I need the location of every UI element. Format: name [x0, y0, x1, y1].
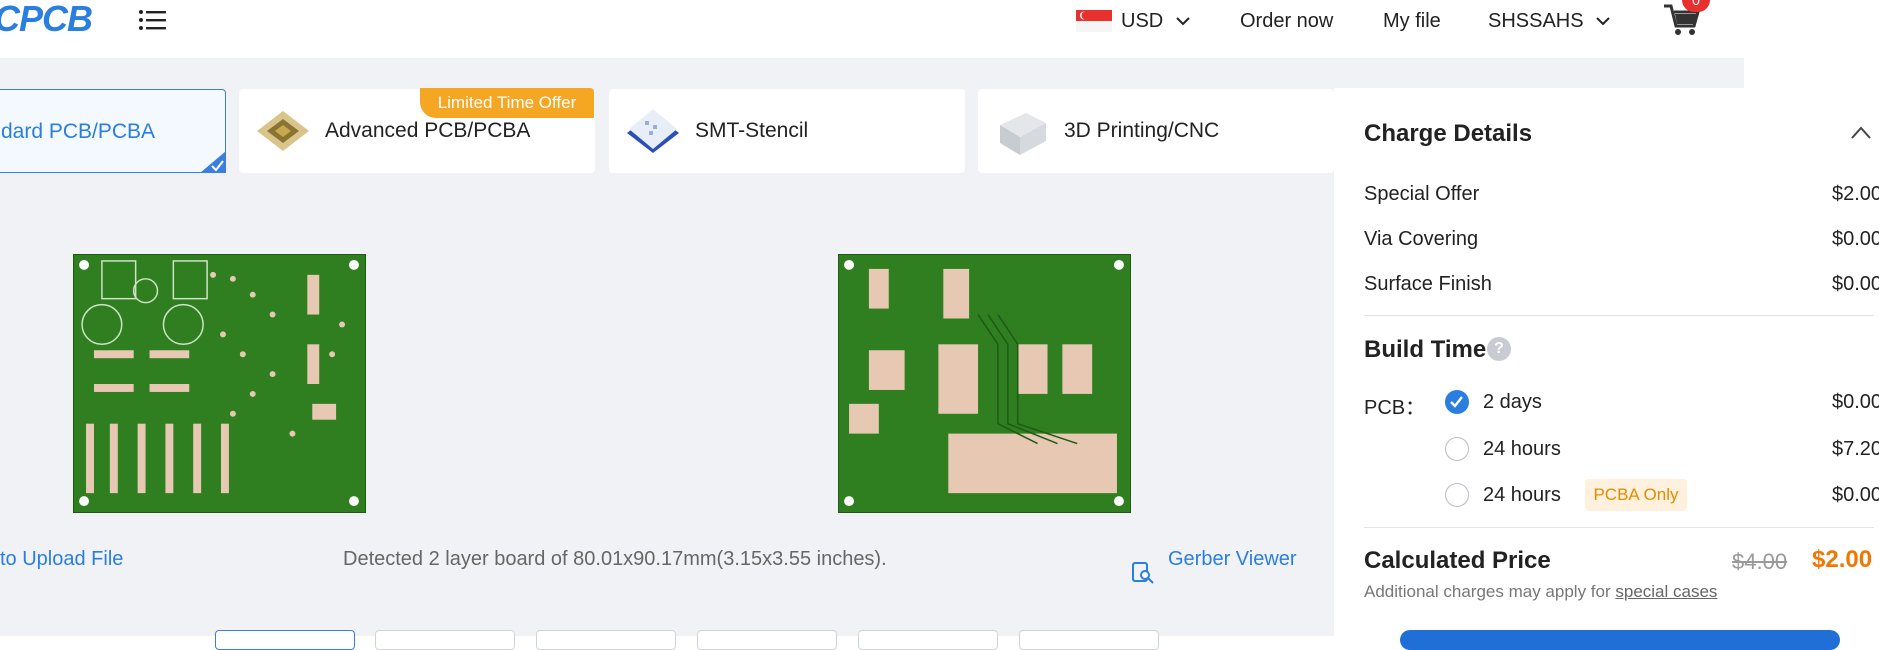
pcba-only-badge: PCBA Only: [1585, 479, 1687, 511]
upload-file-link[interactable]: to Upload File: [0, 548, 123, 571]
order-now-link[interactable]: Order now: [1240, 10, 1333, 33]
top-bar: CPCB USD Order now My file SHSSAHS 0: [0, 0, 1744, 58]
product-tab-label: Advanced PCB/PCBA: [325, 119, 531, 142]
pcb-label: PCB：: [1364, 397, 1426, 419]
help-icon[interactable]: ?: [1487, 337, 1511, 361]
build-time-radio-2-days[interactable]: [1445, 390, 1469, 414]
calculated-price-title: Calculated Price: [1364, 547, 1551, 574]
3d-printing-icon: [1000, 113, 1046, 155]
build-option-value: $7.20: [1832, 438, 1879, 460]
divider: [1364, 315, 1874, 316]
build-option-label: 24 hours: [1483, 484, 1561, 506]
build-time-title: Build Time: [1364, 336, 1487, 363]
charge-details-title: Charge Details: [1364, 120, 1533, 147]
charge-value: $0.00: [1832, 228, 1879, 250]
note-text: Additional charges may apply for: [1364, 582, 1616, 601]
option-tab[interactable]: [697, 630, 837, 650]
check-icon: [1450, 396, 1463, 408]
option-tab[interactable]: [375, 630, 515, 650]
pcb-top-layer-image: [73, 254, 366, 513]
product-tab-standard-pcb[interactable]: dard PCB/PCBA: [0, 89, 226, 173]
selected-check-icon: [200, 151, 226, 173]
chevron-down-icon: [1596, 17, 1610, 26]
build-option-label: 24 hours: [1483, 438, 1561, 460]
currency-selector[interactable]: USD: [1121, 10, 1191, 33]
option-tab[interactable]: [215, 630, 355, 650]
option-tab[interactable]: [1019, 630, 1159, 650]
account-name: SHSSAHS: [1488, 10, 1584, 32]
add-to-cart-button[interactable]: [1400, 630, 1840, 650]
discounted-price: $2.00: [1812, 546, 1873, 573]
pcb-bottom-layer-image: [838, 254, 1131, 513]
special-cases-link[interactable]: special cases: [1615, 582, 1717, 601]
limited-offer-badge: Limited Time Offer: [420, 88, 594, 118]
product-tab-label: dard PCB/PCBA: [1, 120, 156, 143]
gerber-viewer-icon[interactable]: [1131, 561, 1155, 585]
charge-label: Via Covering: [1364, 228, 1479, 250]
additional-charges-note: Additional charges may apply for special…: [1364, 582, 1717, 602]
build-option-label: 2 days: [1483, 391, 1542, 413]
chevron-down-icon: [1176, 17, 1190, 26]
stencil-icon: [627, 109, 679, 153]
chevron-up-icon[interactable]: [1850, 124, 1872, 140]
charge-value: $2.00: [1832, 183, 1879, 205]
product-tab-smt-stencil[interactable]: SMT-Stencil: [609, 89, 965, 173]
singapore-flag-icon: [1076, 10, 1112, 32]
option-tab[interactable]: [858, 630, 998, 650]
site-logo[interactable]: CPCB: [0, 0, 93, 40]
divider: [1364, 527, 1874, 528]
advanced-pcb-icon: [257, 111, 309, 151]
build-time-radio-24-hours-pcba[interactable]: [1445, 483, 1469, 507]
charge-label: Surface Finish: [1364, 273, 1492, 295]
product-tab-label: 3D Printing/CNC: [1064, 119, 1220, 142]
currency-label: USD: [1121, 10, 1164, 32]
product-tab-label: SMT-Stencil: [695, 119, 809, 142]
option-tab[interactable]: [536, 630, 676, 650]
charge-label: Special Offer: [1364, 183, 1480, 205]
charge-value: $0.00: [1832, 273, 1879, 295]
my-file-link[interactable]: My file: [1383, 10, 1441, 33]
gerber-viewer-link[interactable]: Gerber Viewer: [1168, 548, 1297, 571]
product-tab-3d-printing[interactable]: 3D Printing/CNC: [978, 89, 1334, 173]
detected-board-info: Detected 2 layer board of 80.01x90.17mm(…: [343, 548, 887, 570]
build-option-value: $0.00: [1832, 391, 1879, 413]
menu-list-icon[interactable]: [138, 8, 168, 32]
account-menu[interactable]: SHSSAHS: [1488, 10, 1611, 33]
original-price: $4.00: [1732, 549, 1788, 574]
build-time-radio-24-hours[interactable]: [1445, 437, 1469, 461]
build-option-value: $0.00: [1832, 484, 1879, 506]
